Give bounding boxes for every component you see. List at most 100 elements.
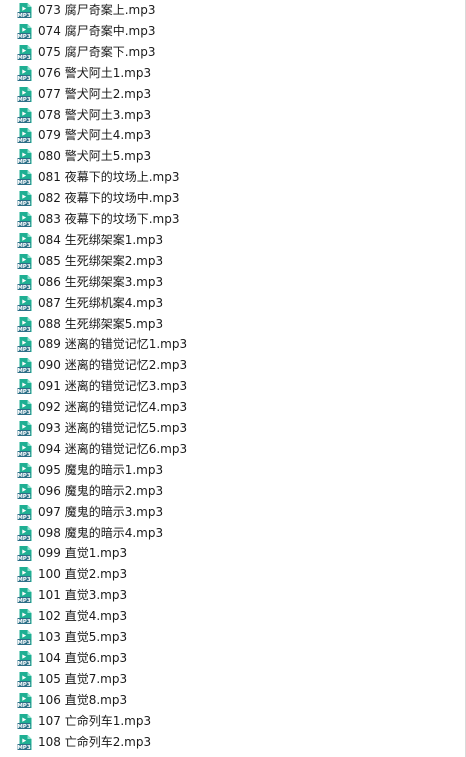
mp3-file-icon: MP3 [17, 3, 32, 19]
mp3-file-icon: MP3 [17, 170, 32, 186]
mp3-badge-label: MP3 [17, 577, 31, 583]
file-row[interactable]: MP3 083 夜幕下的坟场下.mp3 [0, 209, 465, 230]
mp3-badge-label: MP3 [17, 598, 31, 604]
mp3-badge-label: MP3 [17, 661, 31, 667]
file-name: 082 夜幕下的坟场中.mp3 [38, 191, 180, 206]
mp3-file-icon: MP3 [17, 462, 32, 479]
mp3-badge-label: MP3 [17, 348, 31, 354]
file-row[interactable]: MP3 079 警犬阿土4.mp3 [0, 125, 465, 146]
file-row[interactable]: MP3 104 直觉6.mp3 [0, 648, 465, 669]
mp3-badge-label: MP3 [17, 703, 31, 709]
mp3-file-icon: MP3 [17, 734, 32, 751]
mp3-badge-label: MP3 [17, 389, 31, 395]
mp3-file-icon: MP3 [17, 588, 32, 604]
file-name: 105 直觉7.mp3 [38, 671, 128, 686]
mp3-badge-label: MP3 [17, 306, 31, 312]
file-name: 108 亡命列车2.mp3 [38, 734, 152, 749]
mp3-badge-label: MP3 [17, 243, 31, 249]
mp3-file-icon: MP3 [17, 379, 32, 395]
mp3-badge-label: MP3 [17, 139, 31, 145]
mp3-file-icon: MP3 [17, 630, 32, 646]
file-row[interactable]: MP3 100 直觉2.mp3 [0, 564, 465, 585]
file-name: 083 夜幕下的坟场下.mp3 [38, 212, 180, 226]
file-row[interactable]: MP3 108 亡命列车2.mp3 [0, 732, 465, 753]
file-name: 088 生死绑架案5.mp3 [38, 316, 164, 331]
mp3-file-icon: MP3 [17, 316, 32, 333]
mp3-file-icon: MP3 [17, 525, 32, 542]
mp3-badge-label: MP3 [17, 34, 31, 40]
mp3-file-icon: MP3 [17, 107, 32, 124]
mp3-badge-label: MP3 [17, 557, 31, 563]
file-row[interactable]: MP3 107 亡命列车1.mp3 [0, 711, 465, 732]
file-row[interactable]: MP3 097 魔鬼的暗示3.mp3 [0, 502, 465, 523]
file-row[interactable]: MP3 084 生死绑架案1.mp3 [0, 230, 465, 251]
file-name: 078 警犬阿土3.mp3 [38, 107, 152, 122]
file-row[interactable]: MP3 080 警犬阿土5.mp3 [0, 146, 465, 167]
file-name: 107 亡命列车1.mp3 [38, 713, 152, 728]
file-name: 087 生死绑机案4.mp3 [38, 295, 164, 310]
file-row[interactable]: MP3 101 直觉3.mp3 [0, 585, 465, 606]
file-row[interactable]: MP3 106 直觉8.mp3 [0, 690, 465, 711]
mp3-badge-label: MP3 [17, 494, 31, 500]
mp3-file-icon: MP3 [17, 128, 32, 145]
file-name: 090 迷离的错觉记忆2.mp3 [38, 358, 188, 373]
mp3-badge-label: MP3 [17, 515, 31, 521]
file-row[interactable]: MP3 081 夜幕下的坟场上.mp3 [0, 167, 465, 188]
mp3-file-icon: MP3 [17, 400, 32, 416]
file-name: 079 警犬阿土4.mp3 [38, 128, 152, 143]
file-name: 094 迷离的错觉记忆6.mp3 [38, 441, 188, 456]
file-name: 089 迷离的错觉记忆1.mp3 [38, 337, 188, 352]
file-name: 095 魔鬼的暗示1.mp3 [38, 462, 164, 477]
file-name: 092 迷离的错觉记忆4.mp3 [38, 400, 188, 415]
file-row[interactable]: MP3 103 直觉5.mp3 [0, 627, 465, 648]
mp3-file-icon: MP3 [17, 295, 32, 312]
file-name: 086 生死绑架案3.mp3 [38, 274, 164, 289]
file-row[interactable]: MP3 090 迷离的错觉记忆2.mp3 [0, 355, 465, 376]
file-row[interactable]: MP3 105 直觉7.mp3 [0, 669, 465, 690]
mp3-file-icon: MP3 [17, 504, 32, 521]
file-row[interactable]: MP3 102 直觉4.mp3 [0, 606, 465, 627]
file-row[interactable]: MP3 085 生死绑架案2.mp3 [0, 251, 465, 272]
file-row[interactable]: MP3 089 迷离的错觉记忆1.mp3 [0, 334, 465, 355]
file-name: 104 直觉6.mp3 [38, 650, 128, 665]
file-row[interactable]: MP3 092 迷离的错觉记忆4.mp3 [0, 397, 465, 418]
mp3-badge-label: MP3 [17, 13, 31, 19]
file-name: 093 迷离的错觉记忆5.mp3 [38, 421, 188, 435]
mp3-badge-label: MP3 [17, 473, 31, 479]
mp3-badge-label: MP3 [17, 222, 31, 228]
file-row[interactable]: MP3 096 魔鬼的暗示2.mp3 [0, 481, 465, 502]
mp3-badge-label: MP3 [17, 180, 31, 186]
mp3-file-icon: MP3 [17, 671, 32, 688]
file-name: 103 直觉5.mp3 [38, 630, 128, 644]
file-row[interactable]: MP3 074 腐尸奇案中.mp3 [0, 21, 465, 42]
file-row[interactable]: MP3 082 夜幕下的坟场中.mp3 [0, 188, 465, 209]
mp3-file-icon: MP3 [17, 713, 32, 730]
file-row[interactable]: MP3 073 腐尸奇案上.mp3 [0, 0, 465, 21]
file-row[interactable]: MP3 087 生死绑机案4.mp3 [0, 293, 465, 314]
mp3-badge-label: MP3 [17, 410, 31, 416]
file-name: 073 腐尸奇案上.mp3 [38, 3, 156, 17]
file-row[interactable]: MP3 078 警犬阿土3.mp3 [0, 105, 465, 126]
file-row[interactable]: MP3 098 魔鬼的暗示4.mp3 [0, 523, 465, 544]
mp3-file-icon: MP3 [17, 692, 32, 709]
file-row[interactable]: MP3 095 魔鬼的暗示1.mp3 [0, 460, 465, 481]
mp3-file-icon: MP3 [17, 441, 32, 458]
file-row[interactable]: MP3 093 迷离的错觉记忆5.mp3 [0, 418, 465, 439]
mp3-file-icon: MP3 [17, 212, 32, 228]
file-row[interactable]: MP3 075 腐尸奇案下.mp3 [0, 42, 465, 63]
file-row[interactable]: MP3 099 直觉1.mp3 [0, 543, 465, 564]
file-row[interactable]: MP3 094 迷离的错觉记忆6.mp3 [0, 439, 465, 460]
file-name: 077 警犬阿土2.mp3 [38, 86, 152, 101]
mp3-file-icon: MP3 [17, 253, 32, 270]
mp3-badge-label: MP3 [17, 640, 31, 646]
file-name: 081 夜幕下的坟场上.mp3 [38, 170, 180, 185]
file-row[interactable]: MP3 086 生死绑架案3.mp3 [0, 272, 465, 293]
file-row[interactable]: MP3 077 警犬阿土2.mp3 [0, 84, 465, 105]
mp3-file-icon: MP3 [17, 191, 32, 207]
file-name: 101 直觉3.mp3 [38, 588, 128, 603]
file-row[interactable]: MP3 088 生死绑架案5.mp3 [0, 314, 465, 335]
file-row[interactable]: MP3 091 迷离的错觉记忆3.mp3 [0, 376, 465, 397]
mp3-badge-label: MP3 [17, 55, 31, 61]
file-row[interactable]: MP3 076 警犬阿土1.mp3 [0, 63, 465, 84]
mp3-badge-label: MP3 [17, 536, 31, 542]
